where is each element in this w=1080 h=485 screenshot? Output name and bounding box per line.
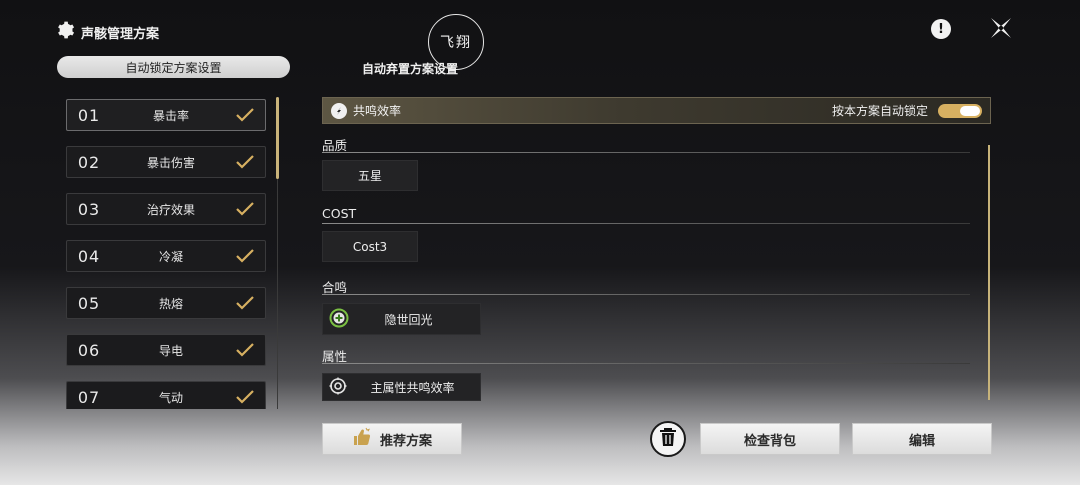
scheme-label: 治疗效果 — [146, 202, 195, 217]
page-title: 声骸管理方案 — [81, 26, 160, 42]
scheme-item-04[interactable]: 04 冷凝 — [66, 240, 266, 272]
tab-auto-discard-label: 自动弃置方案设置 — [361, 61, 458, 76]
thumbs-up-icon — [352, 427, 372, 451]
scheme-number: 02 — [77, 152, 101, 172]
scheme-item-05[interactable]: 05 热熔 — [66, 287, 266, 319]
cost-label: COST — [322, 206, 357, 221]
page-header: 声骸管理方案 — [55, 20, 159, 44]
info-icon[interactable]: ! — [931, 19, 951, 39]
sonata-icon — [329, 308, 349, 331]
scheme-number: 03 — [77, 199, 101, 219]
scheme-item-06[interactable]: 06 导电 — [66, 334, 266, 366]
check-icon — [231, 386, 259, 408]
toggle-knob — [960, 105, 980, 116]
tab-auto-lock[interactable]: 自动锁定方案设置 — [57, 56, 290, 78]
check-bag-label: 检查背包 — [743, 433, 796, 449]
scheme-number: 06 — [77, 340, 101, 360]
attribute-value: 主属性共鸣效率 — [370, 380, 455, 395]
check-bag-button[interactable]: 检查背包 — [700, 423, 840, 455]
trash-icon — [659, 427, 677, 451]
scheme-number: 07 — [77, 387, 101, 407]
watermark-text: 飞翔 — [440, 35, 472, 51]
sonata-chip[interactable]: 隐世回光 — [322, 303, 481, 335]
scheme-list-scrollbar[interactable] — [276, 97, 279, 179]
auto-lock-label: 按本方案自动锁定 — [831, 104, 928, 118]
detail-scrollbar[interactable] — [988, 145, 990, 400]
attribute-divider — [322, 363, 970, 364]
scheme-number: 04 — [77, 246, 101, 266]
attribute-target-icon — [329, 377, 347, 398]
cost-divider — [322, 223, 970, 224]
edit-label: 编辑 — [908, 433, 935, 449]
scheme-header-bar: 共鸣效率 按本方案自动锁定 — [322, 97, 991, 124]
scheme-number: 01 — [77, 105, 101, 125]
check-icon — [231, 339, 259, 361]
recommend-button[interactable]: 推荐方案 — [322, 423, 462, 455]
check-icon — [231, 292, 259, 314]
edit-button[interactable]: 编辑 — [852, 423, 992, 455]
sonata-value: 隐世回光 — [384, 312, 433, 327]
scheme-title: 共鸣效率 — [353, 104, 402, 118]
scheme-label: 暴击伤害 — [146, 155, 195, 170]
scheme-label: 冷凝 — [158, 249, 183, 264]
scheme-label: 暴击率 — [152, 108, 189, 123]
sonata-divider — [322, 294, 970, 295]
quality-value: 五星 — [357, 169, 382, 183]
energy-regen-icon — [331, 102, 347, 119]
check-icon — [231, 104, 259, 126]
scheme-label: 气动 — [158, 390, 183, 405]
tab-auto-lock-label: 自动锁定方案设置 — [125, 60, 222, 75]
delete-button[interactable] — [650, 421, 686, 457]
scheme-item-01[interactable]: 01 暴击率 — [66, 99, 266, 131]
check-icon — [231, 245, 259, 267]
scheme-item-02[interactable]: 02 暴击伤害 — [66, 146, 266, 178]
scheme-item-07[interactable]: 07 气动 — [66, 381, 266, 409]
tab-auto-discard[interactable]: 自动弃置方案设置 — [345, 58, 475, 78]
scheme-label: 热熔 — [158, 296, 183, 311]
info-symbol: ! — [938, 21, 944, 37]
close-icon[interactable] — [988, 15, 1014, 41]
attribute-chip[interactable]: 主属性共鸣效率 — [322, 373, 481, 401]
scheme-number: 05 — [77, 293, 101, 313]
quality-divider — [322, 152, 970, 153]
gear-icon — [55, 20, 75, 44]
check-icon — [231, 151, 259, 173]
scheme-label: 导电 — [158, 343, 183, 358]
cost-value: Cost3 — [352, 239, 388, 254]
auto-lock-toggle[interactable] — [938, 103, 982, 118]
scheme-list: 01 暴击率 02 暴击伤害 03 治疗效果 04 冷凝 05 热熔 06 导电… — [64, 97, 268, 409]
cost-chip[interactable]: Cost3 — [322, 231, 418, 262]
check-icon — [231, 198, 259, 220]
quality-chip[interactable]: 五星 — [322, 160, 418, 191]
recommend-label: 推荐方案 — [379, 433, 432, 449]
scheme-item-03[interactable]: 03 治疗效果 — [66, 193, 266, 225]
